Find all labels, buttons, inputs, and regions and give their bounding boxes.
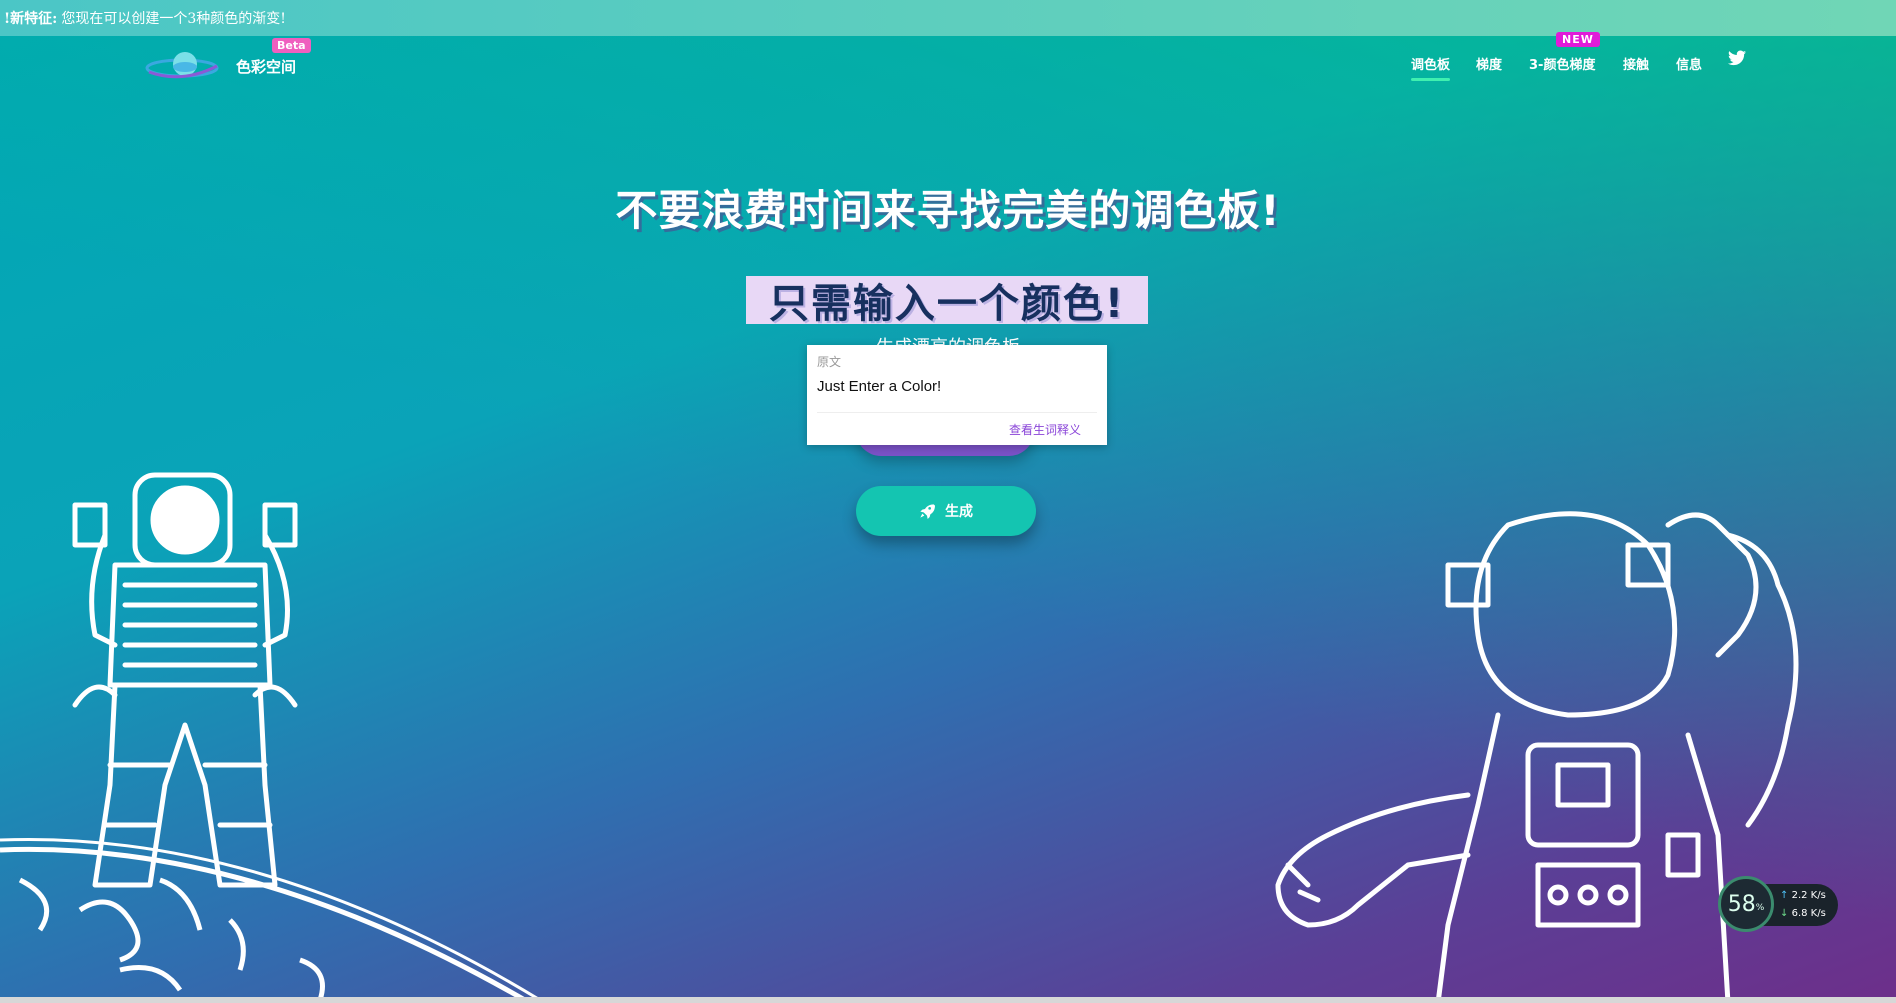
- rocket-icon: [920, 504, 935, 519]
- hero-title: 不要浪费时间来寻找完美的调色板!: [615, 186, 1281, 235]
- popup-vocab-link[interactable]: 查看生词释义: [1009, 421, 1081, 438]
- bottom-scrollbar: [0, 997, 1896, 1003]
- upload-arrow-icon: ↑: [1780, 890, 1789, 901]
- upload-unit: K/s: [1810, 890, 1826, 901]
- download-speed: ↓ 6.8 K/s: [1780, 908, 1826, 919]
- cpu-usage-circle: 58 %: [1718, 876, 1774, 932]
- generate-label: 生成: [945, 504, 973, 520]
- announcement-prefix: !新特征:: [4, 11, 58, 27]
- nav-item-palette[interactable]: 调色板: [1411, 54, 1451, 81]
- generate-button[interactable]: 生成: [856, 486, 1036, 536]
- upload-value: 2.2: [1791, 890, 1808, 901]
- planet-logo-icon[interactable]: [145, 50, 220, 86]
- announcement-text: 您现在可以创建一个3种颜色的渐变!: [61, 11, 286, 27]
- cpu-percent-unit: %: [1755, 903, 1765, 913]
- upload-speed: ↑ 2.2 K/s: [1780, 890, 1826, 901]
- cpu-percent: 58: [1727, 891, 1756, 917]
- brand-name[interactable]: 色彩空间: [236, 56, 296, 77]
- download-unit: K/s: [1810, 908, 1826, 919]
- nav-item-info[interactable]: 信息: [1676, 54, 1702, 73]
- download-arrow-icon: ↓: [1780, 908, 1789, 919]
- navbar: 色彩空间 Beta 调色板 梯度 3-颜色梯度 NEW 接触 信息: [0, 32, 1896, 106]
- twitter-icon[interactable]: [1728, 50, 1746, 66]
- new-badge: NEW: [1556, 32, 1600, 47]
- popup-label: 原文: [817, 355, 842, 369]
- hero-subtitle-highlighted: 只需输入一个颜色!: [746, 276, 1148, 327]
- planet-illustration: [0, 837, 540, 1003]
- beta-badge: Beta: [272, 38, 311, 53]
- popup-original-text: Just Enter a Color!: [817, 378, 942, 395]
- translation-popup: 原文 Just Enter a Color! 查看生词释义: [807, 345, 1107, 445]
- network-speed-widget[interactable]: ↑ 2.2 K/s ↓ 6.8 K/s 58 %: [1718, 876, 1838, 932]
- nav-item-gradient[interactable]: 梯度: [1476, 54, 1502, 73]
- nav-item-3-color-gradient[interactable]: 3-颜色梯度: [1529, 54, 1595, 73]
- nav-item-contact[interactable]: 接触: [1623, 54, 1649, 73]
- popup-divider: [817, 412, 1097, 413]
- announcement-bar: !新特征: 您现在可以创建一个3种颜色的渐变!: [0, 0, 1896, 36]
- download-value: 6.8: [1791, 908, 1808, 919]
